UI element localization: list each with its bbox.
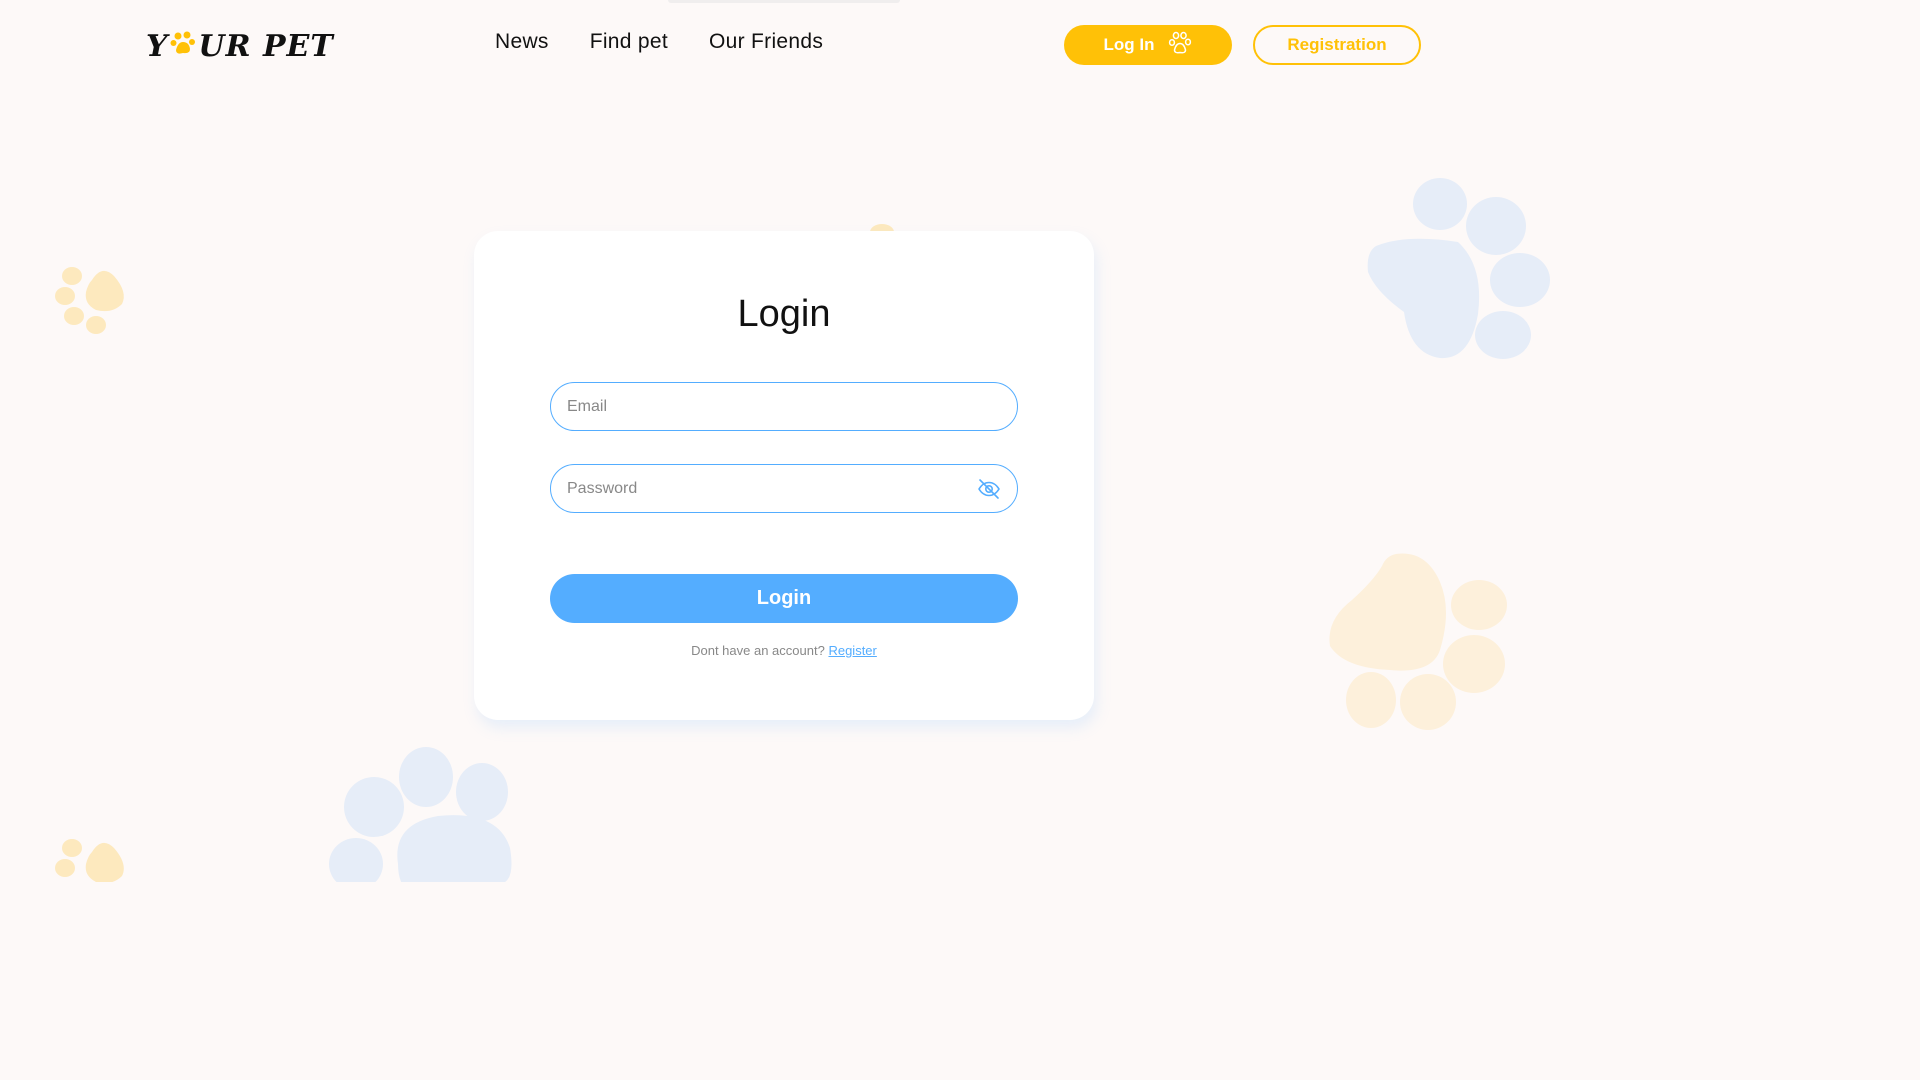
paw-print-icon [52,262,128,338]
logo[interactable]: Y UR PET [146,26,334,66]
registration-button[interactable]: Registration [1253,25,1421,65]
paw-print-icon [1366,176,1556,362]
logo-text-start: Y [146,28,169,64]
nav-link-find-pet[interactable]: Find pet [590,30,668,54]
nav-link-our-friends[interactable]: Our Friends [709,30,823,54]
logo-paw-icon [170,29,196,64]
paw-print-icon [328,744,518,882]
paw-icon [1168,31,1192,60]
nav-link-news[interactable]: News [495,30,549,54]
register-hint: Dont have an account? Register [474,643,1094,658]
password-field [550,464,1018,513]
submit-login-button[interactable]: Login [550,574,1018,623]
form-title: Login [737,293,831,335]
eye-off-icon[interactable] [977,477,1001,501]
email-input[interactable] [551,383,1017,430]
header: Y UR PET News Find pet Our Friends Log I… [0,0,1568,90]
paw-print-icon [1326,550,1512,736]
paw-print-icon [52,836,128,882]
registration-button-label: Registration [1287,35,1387,54]
email-field [550,382,1018,431]
register-hint-text: Dont have an account? [691,643,825,658]
register-link[interactable]: Register [828,643,876,658]
login-button-label: Log In [1103,35,1155,54]
login-button[interactable]: Log In [1064,25,1232,65]
main-nav: News Find pet Our Friends [495,30,823,54]
logo-text-end: UR PET [198,28,334,64]
page: Y UR PET News Find pet Our Friends Log I… [0,0,1568,882]
password-input[interactable] [551,465,1017,512]
login-card: Login Login Dont have an account? Regist… [474,231,1094,720]
